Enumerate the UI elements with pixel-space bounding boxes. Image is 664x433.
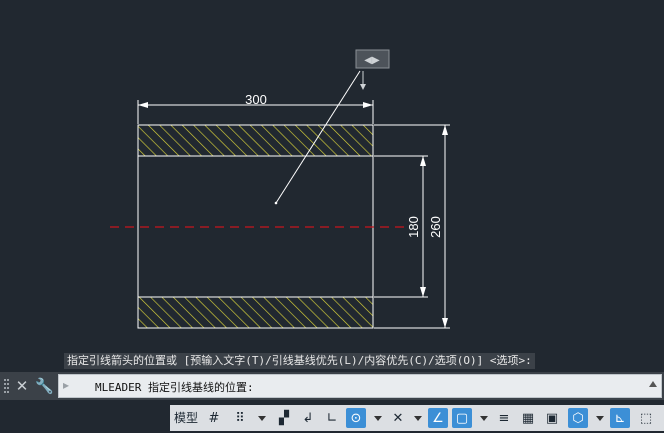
- isodraft-dropdown-icon[interactable]: [414, 416, 422, 421]
- drag-handle-icon[interactable]: [4, 379, 9, 393]
- command-input-text: MLEADER 指定引线基线的位置:: [95, 381, 254, 394]
- 3d-osnap-dropdown-icon[interactable]: [596, 416, 604, 421]
- leader-arrow-point: [274, 201, 278, 205]
- infer-constraints-icon[interactable]: ▞: [274, 408, 294, 428]
- polar-tracking-icon[interactable]: ⊙: [346, 408, 366, 428]
- dynamic-input-icon[interactable]: ↲: [298, 408, 318, 428]
- wrench-icon[interactable]: 🔧: [35, 376, 54, 396]
- hatch-bottom-band[interactable]: [137, 296, 374, 329]
- selection-cycling-icon[interactable]: ▣: [542, 408, 562, 428]
- object-snap-icon[interactable]: ▢: [452, 408, 472, 428]
- annotation-monitor-icon[interactable]: ⬚: [636, 408, 656, 428]
- cursor-crosshair-icon: [360, 71, 366, 90]
- drawing-canvas[interactable]: 300 180 260 ◀▶: [0, 0, 664, 372]
- isodraft-icon[interactable]: ✕: [388, 408, 408, 428]
- direction-grip-tooltip[interactable]: ◀▶: [355, 49, 390, 69]
- command-line-bar: ✕ 🔧 ▸ MLEADER 指定引线基线的位置:: [0, 372, 664, 400]
- dimension-180-text: 180: [406, 216, 421, 238]
- lineweight-icon[interactable]: ≡: [494, 408, 514, 428]
- close-icon[interactable]: ✕: [13, 376, 31, 396]
- dimension-300[interactable]: 300: [137, 92, 374, 124]
- ortho-icon[interactable]: ∟: [322, 408, 342, 428]
- object-snap-tracking-icon[interactable]: ∠: [428, 408, 448, 428]
- dimension-260-text: 260: [428, 216, 443, 238]
- transparency-icon[interactable]: ▦: [518, 408, 538, 428]
- dimension-300-text: 300: [245, 92, 267, 107]
- polar-dropdown-icon[interactable]: [374, 416, 382, 421]
- command-input[interactable]: ▸ MLEADER 指定引线基线的位置:: [58, 374, 662, 398]
- grid-icon[interactable]: #: [204, 408, 224, 428]
- osnap-dropdown-icon[interactable]: [480, 416, 488, 421]
- command-history-line: 指定引线箭头的位置或 [预输入文字(T)/引线基线优先(L)/内容优先(C)/选…: [64, 353, 535, 369]
- snap-dropdown-icon[interactable]: [258, 416, 266, 421]
- status-bar: 模型 # ⠿ ▞ ↲ ∟ ⊙ ✕ ∠ ▢ ≡ ▦ ▣ ⬡ ⊾ ⬚: [0, 403, 664, 433]
- drawing-viewport[interactable]: 300 180 260 ◀▶: [0, 0, 664, 372]
- recent-commands-icon[interactable]: ▸: [63, 378, 69, 392]
- 3d-osnap-icon[interactable]: ⬡: [568, 408, 588, 428]
- status-bar-tray: 模型 # ⠿ ▞ ↲ ∟ ⊙ ✕ ∠ ▢ ≡ ▦ ▣ ⬡ ⊾ ⬚: [170, 405, 664, 431]
- grip-arrows-icon: ◀▶: [364, 55, 380, 66]
- model-space-button[interactable]: 模型: [174, 409, 198, 426]
- hatch-top-band[interactable]: [137, 124, 374, 157]
- history-up-icon[interactable]: [649, 381, 657, 387]
- dynamic-ucs-icon[interactable]: ⊾: [610, 408, 630, 428]
- snap-icon[interactable]: ⠿: [230, 408, 250, 428]
